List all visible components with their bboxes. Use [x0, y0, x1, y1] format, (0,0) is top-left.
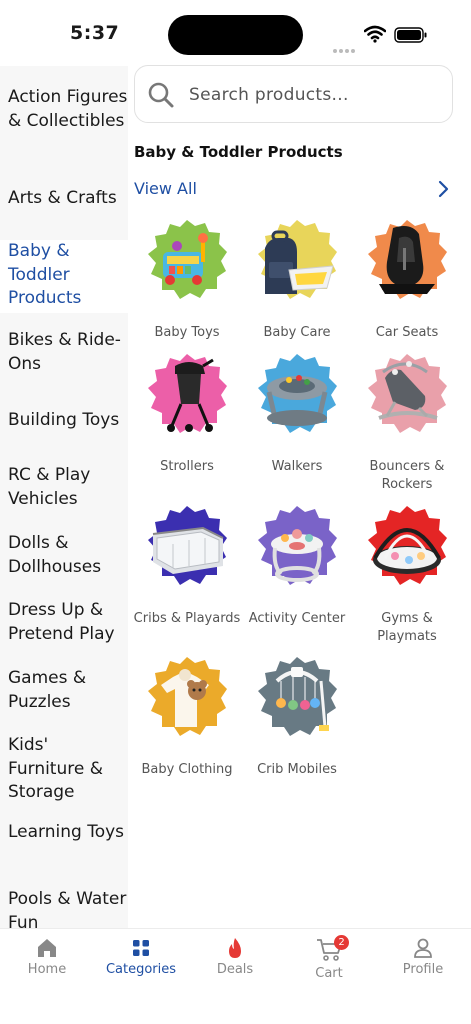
walkers-image — [258, 354, 337, 433]
category-label: Gyms & Playmats — [377, 611, 437, 644]
sidebar-item-pools[interactable]: Pools & Water Fun — [0, 888, 128, 928]
cart-badge: 2 — [334, 935, 349, 950]
home-icon — [38, 939, 56, 957]
category-label: Car Seats — [375, 325, 439, 340]
search-icon[interactable] — [147, 81, 175, 109]
bouncers-image — [368, 354, 447, 433]
sidebar-item-arts-crafts[interactable]: Arts & Crafts — [0, 187, 128, 211]
category-label: Walkers — [271, 459, 323, 474]
baby-clothing-image — [148, 657, 227, 736]
status-bar: 5:37 — [0, 0, 471, 66]
strollers-image — [148, 354, 227, 433]
crib-mobiles-image — [258, 657, 337, 736]
category-tile-baby-care[interactable]: Baby Care — [242, 218, 352, 342]
activity-center-image — [258, 506, 337, 585]
category-sidebar[interactable]: Action Figures & Collectibles Arts & Cra… — [0, 66, 128, 928]
bottom-nav: Home Categories Deals 2 Cart Profile — [0, 928, 471, 1024]
flame-icon — [229, 938, 241, 958]
category-label: Activity Center — [248, 611, 346, 626]
dynamic-island — [168, 15, 303, 55]
nav-categories[interactable]: Categories — [94, 937, 188, 977]
view-all-link[interactable]: View All — [134, 179, 197, 198]
sidebar-item-action-figures[interactable]: Action Figures & Collectibles — [0, 86, 128, 133]
sidebar-item-rc-vehicles[interactable]: RC & Play Vehicles — [0, 464, 128, 511]
category-label: Strollers — [160, 459, 214, 474]
category-tile-crib-mobiles[interactable]: Crib Mobiles — [242, 655, 352, 779]
car-seats-image — [368, 220, 447, 299]
nav-cart[interactable]: 2 Cart — [282, 935, 376, 981]
section-title: Baby & Toddler Products — [134, 143, 343, 161]
sidebar-item-building-toys[interactable]: Building Toys — [0, 409, 128, 433]
baby-care-image — [258, 220, 337, 299]
category-tile-car-seats[interactable]: Car Seats — [352, 218, 462, 342]
category-tile-baby-toys[interactable]: Baby Toys — [132, 218, 242, 342]
chevron-right-icon[interactable] — [436, 180, 450, 198]
sidebar-item-games[interactable]: Games & Puzzles — [0, 667, 128, 714]
baby-toys-image — [148, 220, 227, 299]
sidebar-item-dolls[interactable]: Dolls & Dollhouses — [0, 532, 128, 579]
category-label: Baby Toys — [154, 325, 220, 340]
category-label: Bouncers & Rockers — [369, 459, 445, 492]
sidebar-item-baby-toddler[interactable]: Baby & Toddler Products — [0, 240, 128, 313]
category-label: Cribs & Playards — [133, 611, 241, 626]
category-label: Crib Mobiles — [257, 762, 337, 777]
cribs-image — [148, 506, 227, 585]
category-label: Baby Care — [263, 325, 331, 340]
sidebar-item-kids-furniture[interactable]: Kids' Furniture & Storage — [0, 734, 128, 805]
signal-icon — [333, 38, 357, 53]
category-label: Baby Clothing — [141, 762, 233, 777]
sidebar-item-bikes[interactable]: Bikes & Ride-Ons — [0, 329, 128, 376]
search-input[interactable] — [189, 80, 439, 110]
status-time: 5:37 — [70, 22, 120, 44]
category-tile-baby-clothing[interactable]: Baby Clothing — [132, 655, 242, 779]
category-tile-bouncers[interactable]: Bouncers & Rockers — [352, 352, 462, 494]
search-bar[interactable] — [134, 65, 453, 123]
category-tile-walkers[interactable]: Walkers — [242, 352, 352, 476]
sidebar-item-dress-up[interactable]: Dress Up & Pretend Play — [0, 599, 128, 646]
nav-profile[interactable]: Profile — [376, 937, 470, 977]
category-tile-gyms[interactable]: Gyms & Playmats — [352, 504, 462, 646]
wifi-icon — [364, 25, 386, 43]
sidebar-item-learning-toys[interactable]: Learning Toys — [0, 821, 128, 845]
nav-home[interactable]: Home — [0, 937, 94, 977]
category-tile-activity-center[interactable]: Activity Center — [242, 504, 352, 628]
gyms-image — [368, 506, 447, 585]
category-tile-cribs[interactable]: Cribs & Playards — [132, 504, 242, 628]
category-tile-strollers[interactable]: Strollers — [132, 352, 242, 476]
grid-icon — [133, 940, 149, 956]
nav-deals[interactable]: Deals — [188, 937, 282, 977]
person-icon — [414, 938, 432, 958]
battery-icon — [394, 27, 427, 43]
